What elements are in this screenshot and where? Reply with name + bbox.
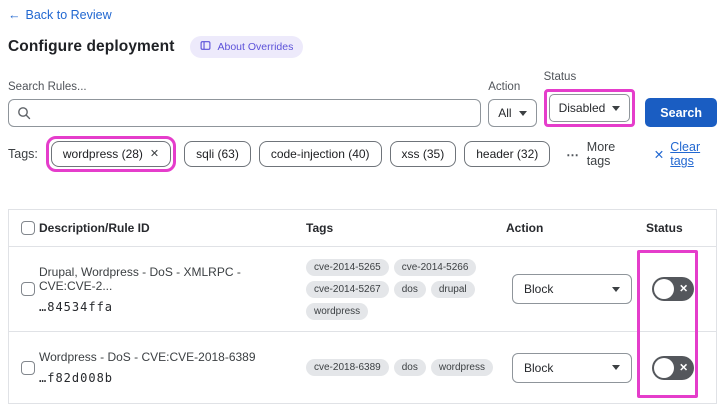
more-tags-label: More tags [586, 140, 616, 168]
tag-pill: dos [393, 280, 426, 298]
tag-chip-wordpress[interactable]: wordpress (28) ✕ [50, 141, 172, 167]
search-rules-input[interactable] [8, 99, 482, 127]
column-header-tags: Tags [306, 221, 334, 235]
action-filter-dropdown[interactable]: All [488, 99, 537, 127]
tag-chip-label: wordpress (28) [62, 147, 143, 161]
tag-pill: cve-2014-5267 [306, 280, 389, 298]
search-rules-label: Search Rules... [8, 81, 87, 93]
tag-chip[interactable]: code-injection (40) [258, 141, 382, 167]
status-toggle-off[interactable]: ✕ [652, 277, 694, 301]
toggle-x-icon: ✕ [679, 361, 688, 374]
status-filter-value: Disabled [558, 101, 606, 115]
tag-pill: drupal [430, 280, 475, 298]
about-overrides-badge[interactable]: About Overrides [190, 36, 304, 58]
page-title: Configure deployment [8, 38, 175, 55]
table-row: Wordpress - DoS - CVE:CVE-2018-6389 …f82… [9, 331, 716, 403]
action-select-value: Block [524, 282, 554, 296]
clear-tags-button[interactable]: ✕ Clear tags [654, 140, 717, 168]
row-description: Drupal, Wordpress - DoS - XMLRPC - CVE:C… [39, 264, 241, 293]
row-tags: cve-2014-5265 cve-2014-5266 cve-2014-5267 d… [306, 258, 504, 320]
toggle-knob [654, 357, 674, 378]
back-arrow-icon: ← [8, 8, 21, 22]
clear-tags-label: Clear tags [670, 140, 701, 168]
action-filter-value: All [498, 106, 512, 120]
chevron-down-icon [518, 110, 527, 116]
close-icon: ✕ [653, 147, 665, 162]
select-all-checkbox[interactable] [21, 221, 35, 235]
chevron-down-icon [612, 286, 620, 292]
table-row: Drupal, Wordpress - DoS - XMLRPC - CVE:C… [9, 246, 716, 331]
tag-pill: wordpress [306, 302, 369, 320]
rules-table: Description/Rule ID Tags Action Status D… [8, 209, 717, 404]
tag-chip-list: sqli (63) code-injection (40) xss (35) head… [184, 141, 551, 167]
chevron-down-icon [612, 105, 621, 111]
status-filter-annotation-highlight: Disabled [543, 89, 636, 127]
tag-pill: wordpress [430, 359, 493, 376]
action-filter-label: Action [488, 81, 521, 93]
chevron-down-icon [612, 365, 620, 370]
action-select-value: Block [524, 360, 554, 375]
search-button[interactable]: Search [645, 98, 717, 127]
column-header-status: Status [646, 221, 683, 235]
tags-bar-label: Tags: [8, 147, 38, 161]
about-overrides-label: About Overrides [217, 41, 294, 53]
row-rule-id: …f82d008b [39, 371, 114, 385]
more-tags-button[interactable]: ⋯ More tags [566, 140, 631, 168]
tag-pill: cve-2018-6389 [306, 359, 389, 376]
back-to-review-link[interactable]: ← Back to Review [8, 8, 112, 22]
ellipsis-icon: ⋯ [566, 147, 580, 162]
row-checkbox[interactable] [21, 282, 35, 296]
status-toggle-off[interactable]: ✕ [652, 355, 694, 380]
row-rule-id: …84534ffa [39, 299, 114, 314]
column-header-description: Description/Rule ID [39, 221, 150, 235]
toggle-knob [654, 279, 674, 299]
remove-tag-icon[interactable]: ✕ [150, 148, 159, 160]
tag-pill: cve-2014-5265 [306, 258, 389, 276]
action-select[interactable]: Block [512, 352, 632, 383]
search-icon [17, 106, 31, 120]
action-select[interactable]: Block [512, 274, 632, 304]
table-header-row: Description/Rule ID Tags Action Status [9, 210, 716, 246]
tag-pill: dos [393, 359, 426, 376]
tag-chip[interactable]: header (32) [464, 141, 551, 167]
selected-tag-annotation-highlight: wordpress (28) ✕ [45, 136, 177, 172]
toggle-x-icon: ✕ [679, 282, 688, 295]
column-header-action: Action [506, 221, 544, 235]
docs-book-icon [200, 40, 211, 54]
back-link-label: Back to Review [25, 8, 112, 22]
status-filter-label: Status [543, 71, 577, 83]
tag-chip[interactable]: sqli (63) [184, 141, 251, 167]
tag-chip[interactable]: xss (35) [389, 141, 457, 167]
table-body: Drupal, Wordpress - DoS - XMLRPC - CVE:C… [9, 246, 716, 403]
status-filter-dropdown[interactable]: Disabled [548, 94, 631, 122]
row-tags: cve-2018-6389 dos wordpress [306, 359, 504, 376]
row-description: Wordpress - DoS - CVE:CVE-2018-6389 [39, 350, 256, 364]
tag-pill: cve-2014-5266 [393, 258, 477, 276]
row-checkbox[interactable] [21, 360, 35, 375]
